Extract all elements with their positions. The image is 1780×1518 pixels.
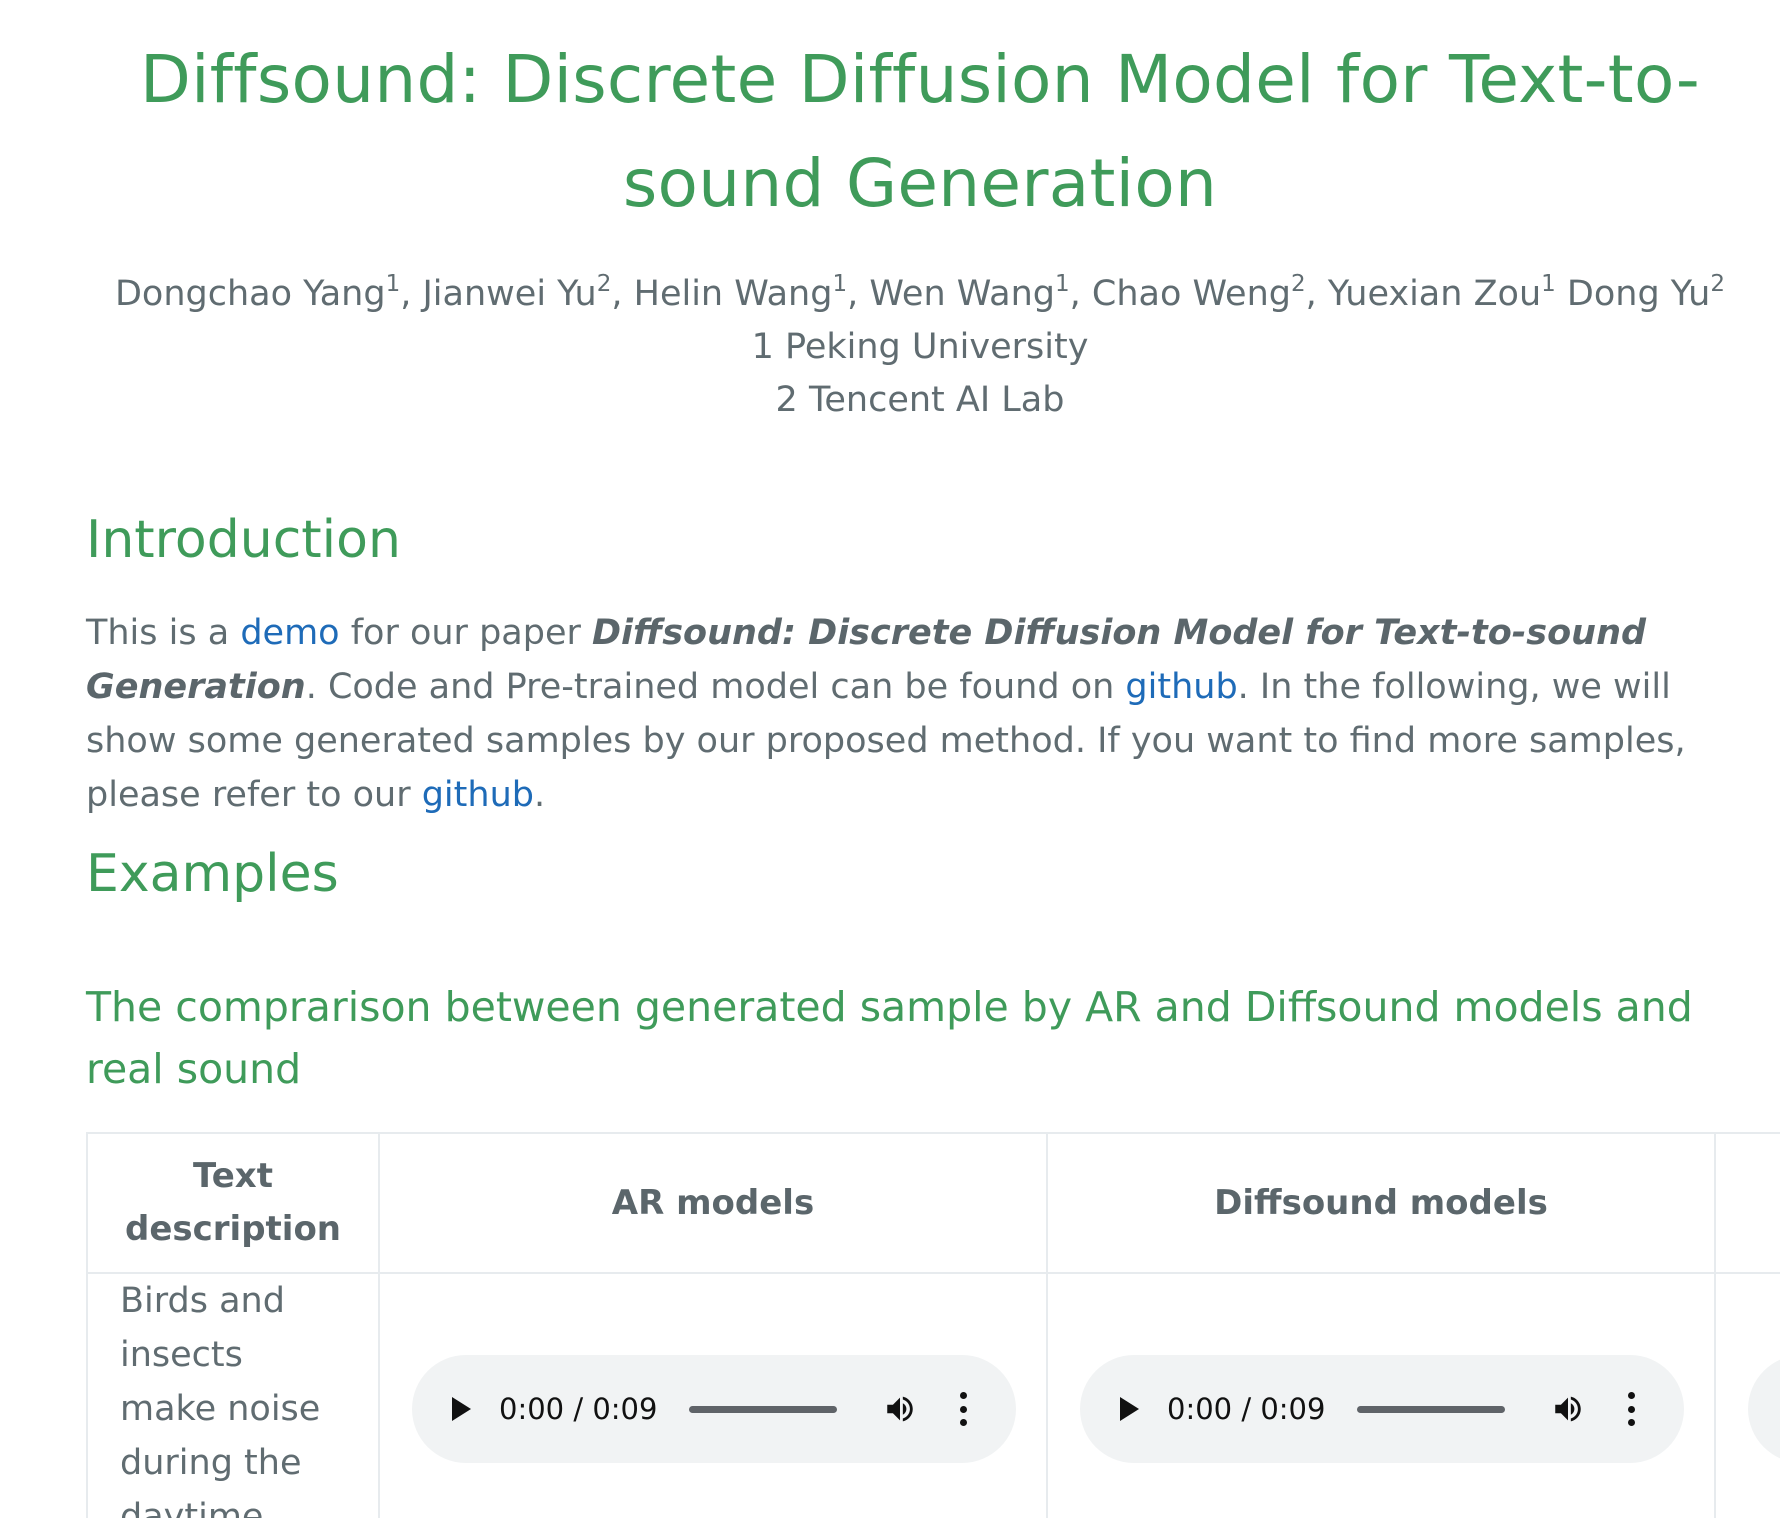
- author-separator: [1556, 274, 1567, 314]
- intro-text-segment: . Code and Pre-trained model can be foun…: [305, 667, 1126, 707]
- ar-audio-cell: 0:00 / 0:09: [378, 1272, 1048, 1518]
- intro-text-segment: for our paper: [339, 613, 592, 653]
- audio-time-display: 0:00 / 0:09: [499, 1392, 658, 1426]
- intro-text-segment: This is a: [86, 613, 241, 653]
- author-affiliation-mark: 1: [1054, 271, 1070, 297]
- author-name: Chao Weng: [1091, 274, 1291, 314]
- github-link-secondary[interactable]: github: [422, 775, 534, 815]
- author-separator: ,: [611, 274, 634, 314]
- author-affiliation-mark: 1: [385, 271, 401, 297]
- author-separator: ,: [400, 274, 423, 314]
- author-separator: ,: [1305, 274, 1328, 314]
- author-affiliation-mark: 1: [1541, 271, 1556, 297]
- volume-icon[interactable]: [883, 1392, 917, 1426]
- page-title: Diffsound: Discrete Diffusion Model for …: [140, 41, 1700, 222]
- author-affiliation-mark: 2: [1291, 271, 1306, 297]
- author-affiliation-mark: 2: [1710, 271, 1725, 297]
- row-text-description: Birds and insects make noise during the …: [86, 1272, 380, 1518]
- column-header-diffsound-models: Diffsound models: [1046, 1132, 1716, 1274]
- author-name: Jianwei Yu: [422, 274, 597, 314]
- author-name: Dongchao Yang: [114, 274, 386, 314]
- author-list: Dongchao Yang1, Jianwei Yu2, Helin Wang1…: [110, 268, 1730, 321]
- author-separator: ,: [847, 274, 870, 314]
- audio-progress-bar[interactable]: [1357, 1405, 1506, 1413]
- audio-time-display: 0:00 / 0:09: [1167, 1392, 1326, 1426]
- author-affiliation-mark: 1: [832, 271, 848, 297]
- author-separator: ,: [1069, 274, 1092, 314]
- volume-icon[interactable]: [1551, 1392, 1585, 1426]
- column-header-text-description: Text description: [86, 1132, 380, 1274]
- more-vert-icon[interactable]: [1627, 1392, 1635, 1426]
- diffsound-audio-cell: 0:00 / 0:09: [1046, 1272, 1716, 1518]
- clipped-audio-player[interactable]: [1748, 1355, 1780, 1463]
- diffsound-audio-player[interactable]: 0:00 / 0:09: [1080, 1355, 1684, 1463]
- author-name: Yuexian Zou: [1327, 274, 1542, 314]
- table-header-row: Text description AR models Diffsound mod…: [86, 1132, 1780, 1274]
- column-header-clipped: [1714, 1132, 1780, 1274]
- comparison-table-container: Text description AR models Diffsound mod…: [86, 1132, 1780, 1518]
- introduction-paragraph: This is a demo for our paper Diffsound: …: [86, 606, 1766, 822]
- page: Diffsound: Discrete Diffusion Model for …: [0, 0, 1780, 1518]
- comparison-subheading: The comprarison between generated sample…: [86, 983, 1693, 1093]
- comparison-table: Text description AR models Diffsound mod…: [86, 1132, 1780, 1518]
- ar-audio-player[interactable]: 0:00 / 0:09: [412, 1355, 1016, 1463]
- column-header-ar-models: AR models: [378, 1132, 1048, 1274]
- author-affiliation-mark: 2: [596, 271, 612, 297]
- author-name: Wen Wang: [869, 274, 1055, 314]
- introduction-heading: Introduction: [86, 510, 401, 570]
- more-vert-icon[interactable]: [959, 1392, 967, 1426]
- author-name: Dong Yu: [1566, 274, 1711, 314]
- play-icon[interactable]: [452, 1397, 471, 1421]
- affiliation-tencent: 2 Tencent AI Lab: [775, 380, 1065, 420]
- table-row: Birds and insects make noise during the …: [86, 1272, 1780, 1518]
- github-link[interactable]: github: [1125, 667, 1237, 707]
- examples-heading: Examples: [86, 844, 339, 904]
- author-block: Dongchao Yang1, Jianwei Yu2, Helin Wang1…: [110, 268, 1730, 427]
- author-name: Helin Wang: [633, 274, 833, 314]
- clipped-audio-cell: [1714, 1272, 1780, 1518]
- affiliation-peking: 1 Peking University: [751, 327, 1089, 367]
- play-icon[interactable]: [1120, 1397, 1139, 1421]
- demo-link[interactable]: demo: [240, 613, 339, 653]
- intro-text-segment: .: [533, 775, 546, 815]
- audio-progress-bar[interactable]: [689, 1405, 838, 1413]
